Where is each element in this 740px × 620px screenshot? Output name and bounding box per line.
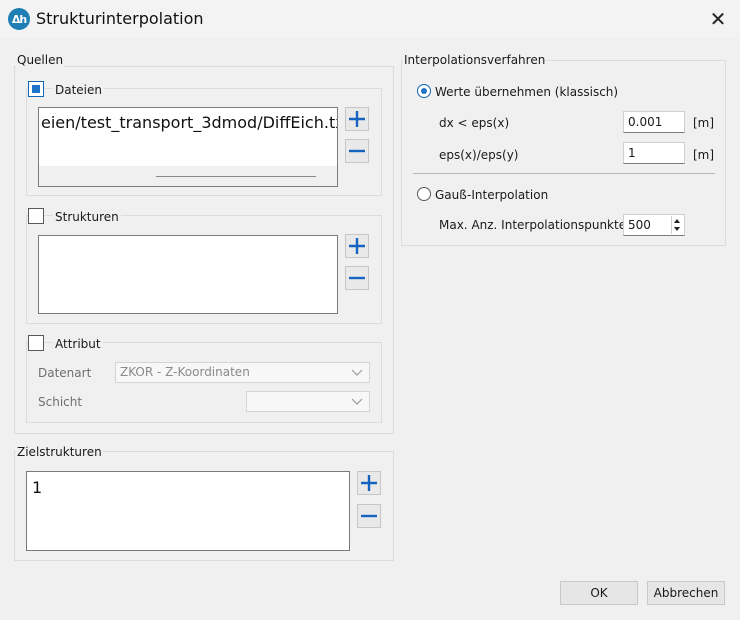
dateien-list[interactable]: eien/test_transport_3dmod/DiffEich.txt [38,107,338,187]
scrollbar-thumb[interactable] [156,176,316,177]
zielstrukturen-remove-button[interactable] [357,504,381,528]
ok-button[interactable]: OK [560,581,638,605]
klassisch-label[interactable]: Werte übernehmen (klassisch) [435,85,618,99]
cancel-button[interactable]: Abbrechen [647,581,725,605]
radio-dot [421,88,427,94]
chevron-down-icon [351,398,363,405]
zielstrukturen-add-button[interactable] [357,471,381,495]
spinner-arrows[interactable] [671,216,682,234]
plus-icon [349,111,365,127]
interpolation-label: Interpolationsverfahren [403,53,547,67]
attribut-checkbox[interactable] [28,335,44,351]
eps-label: eps(x)/eps(y) [439,148,519,162]
max-points-value: 500 [628,218,651,232]
quellen-label: Quellen [16,53,65,67]
checkbox-check-mark [32,85,40,93]
separator [413,173,715,174]
strukturen-add-button[interactable] [345,234,369,258]
up-down-arrows-icon [674,219,680,231]
dateien-label: Dateien [53,83,105,97]
plus-icon [361,475,377,491]
zielstrukturen-label: Zielstrukturen [16,445,103,459]
window-title: Strukturinterpolation [36,9,204,28]
eps-unit: [m] [693,148,715,162]
chevron-down-icon [351,369,363,376]
datenart-select[interactable]: ZKOR - Z-Koordinaten [115,362,370,383]
minus-icon [361,514,377,518]
dateien-checkbox[interactable] [28,81,44,97]
klassisch-radio[interactable] [417,84,431,98]
close-icon[interactable]: ✕ [704,6,732,32]
max-points-spinner[interactable]: 500 [623,214,685,236]
list-item[interactable]: eien/test_transport_3dmod/DiffEich.txt [41,113,337,132]
strukturen-checkbox[interactable] [28,208,44,224]
schicht-label: Schicht [38,395,83,409]
minus-icon [349,276,365,280]
minus-icon [349,149,365,153]
dateien-remove-button[interactable] [345,139,369,163]
zielstrukturen-list[interactable]: 1 [26,471,350,551]
dateien-add-button[interactable] [345,107,369,131]
schicht-select[interactable] [246,391,370,412]
app-icon: Δh [8,8,30,30]
strukturen-label: Strukturen [53,210,121,224]
horizontal-scrollbar[interactable] [39,166,337,186]
strukturen-list[interactable] [38,235,338,314]
list-item[interactable]: 1 [32,478,42,497]
gauss-radio[interactable] [417,187,431,201]
max-points-label: Max. Anz. Interpolationspunkte [439,218,627,232]
dx-label: dx < eps(x) [439,116,510,130]
dx-input[interactable]: 0.001 [623,111,685,133]
attribut-label: Attribut [53,337,103,351]
dx-unit: [m] [693,116,715,130]
plus-icon [349,238,365,254]
datenart-value: ZKOR - Z-Koordinaten [120,365,250,379]
gauss-label[interactable]: Gauß-Interpolation [435,188,548,202]
datenart-label: Datenart [38,366,92,380]
strukturen-remove-button[interactable] [345,266,369,290]
eps-input[interactable]: 1 [623,142,685,164]
